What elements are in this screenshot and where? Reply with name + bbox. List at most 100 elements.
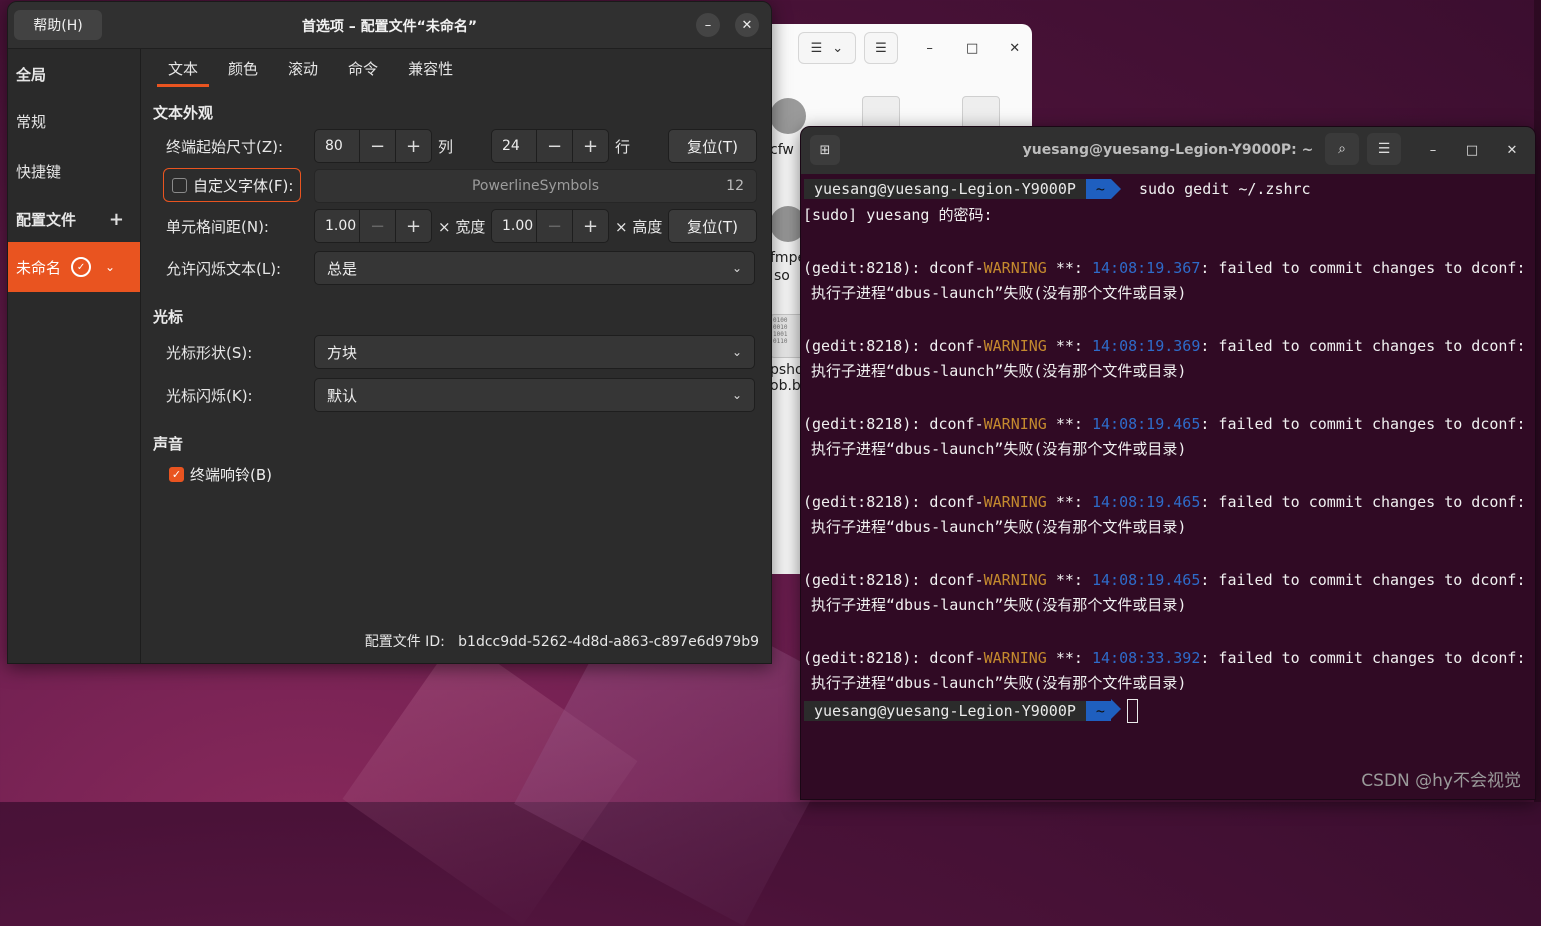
decrement-button[interactable]: −: [536, 210, 572, 242]
view-options-button[interactable]: ☰ ⌄: [798, 32, 856, 64]
tab-colors[interactable]: 颜色: [213, 49, 273, 87]
minimize-button[interactable]: –: [1421, 140, 1445, 160]
section-cursor: 光标: [153, 308, 184, 326]
custom-font-checkbox[interactable]: 自定义字体(F):: [163, 168, 301, 202]
add-profile-button[interactable]: +: [109, 209, 124, 230]
cell-height-unit: × 高度: [615, 218, 663, 236]
increment-button[interactable]: +: [572, 210, 608, 242]
tab-command[interactable]: 命令: [333, 49, 393, 87]
reset-size-button[interactable]: 复位(T): [668, 129, 757, 163]
menu-button[interactable]: ☰: [863, 32, 899, 64]
warning-prefix: (gedit:8218): dconf-: [803, 415, 984, 433]
blink-text-value: 总是: [327, 259, 358, 278]
warning-mid: **:: [1046, 415, 1092, 433]
preferences-sidebar: 全局 常规 快捷键 配置文件 + 未命名 ✓ ⌄: [8, 49, 141, 663]
warning-line: (gedit:8218): dconf-WARNING **: 14:08:19…: [803, 414, 1525, 434]
prompt-line: yuesang@yuesang-Legion-Y9000P ~ sudo gedi…: [804, 179, 1311, 199]
rows-spinner[interactable]: 24 − +: [491, 129, 609, 163]
decrement-button[interactable]: −: [359, 210, 395, 242]
warning-timestamp: 14:08:19.465: [1092, 493, 1201, 511]
chevron-down-icon: ⌄: [731, 261, 742, 275]
initial-size-label: 终端起始尺寸(Z):: [166, 138, 284, 156]
decrement-button[interactable]: −: [359, 130, 395, 162]
cursor-blink-dropdown[interactable]: 默认 ⌄: [314, 378, 755, 412]
files-header: ☰ ⌄ ☰ – □ ✕: [770, 24, 1032, 72]
menu-button[interactable]: ☰: [1367, 133, 1401, 165]
rows-unit: 行: [615, 138, 631, 156]
section-sound: 声音: [153, 435, 184, 453]
terminal-header: ⊞ yuesang@yuesang-Legion-Y9000P: ~ ⌕ ☰ –…: [801, 127, 1535, 174]
cursor-shape-value: 方块: [327, 343, 358, 362]
profile-id-label: 配置文件 ID:: [364, 634, 445, 650]
prompt-dir: ~: [1085, 179, 1111, 199]
blink-text-dropdown[interactable]: 总是 ⌄: [314, 251, 755, 285]
warning-line: (gedit:8218): dconf-WARNING **: 14:08:33…: [803, 648, 1525, 668]
search-button[interactable]: ⌕: [1325, 133, 1359, 165]
close-button[interactable]: ✕: [1500, 140, 1524, 160]
increment-button[interactable]: +: [395, 130, 431, 162]
tab-scrolling[interactable]: 滚动: [273, 49, 333, 87]
chevron-down-icon[interactable]: ⌄: [105, 260, 115, 274]
sidebar-item-shortcuts[interactable]: 快捷键: [8, 151, 140, 191]
columns-spinner[interactable]: 80 − +: [314, 129, 432, 163]
warning-detail: 执行子进程“dbus-launch”失败(没有那个文件或目录): [811, 674, 1187, 692]
cell-spacing-label: 单元格间距(N):: [166, 218, 269, 236]
checkbox-icon: [172, 177, 187, 193]
file-label: psho: [770, 362, 804, 378]
chevron-down-icon: ⌄: [832, 40, 844, 56]
sidebar-item-profile[interactable]: 未命名 ✓ ⌄: [8, 242, 140, 292]
close-button[interactable]: ✕: [735, 13, 759, 37]
warning-suffix: : failed to commit changes to dconf:: [1200, 493, 1526, 511]
cursor-blink-value: 默认: [327, 386, 358, 405]
cursor-shape-label: 光标形状(S):: [166, 344, 253, 362]
cell-width-spinner[interactable]: 1.00 − +: [314, 209, 432, 243]
window-title: 首选项 – 配置文件“未命名”: [301, 19, 478, 35]
warning-word: WARNING: [983, 337, 1047, 355]
terminal-bell-checkbox[interactable]: ✓ 终端响铃(B): [169, 464, 272, 485]
minimize-button[interactable]: –: [912, 36, 947, 60]
list-view-icon: ☰: [810, 40, 823, 56]
preferences-header: 帮助(H) 首选项 – 配置文件“未命名” – ✕: [8, 2, 771, 49]
warning-suffix: : failed to commit changes to dconf:: [1200, 649, 1526, 667]
checkbox-checked-icon: ✓: [169, 467, 184, 482]
terminal-bell-label: 终端响铃(B): [190, 466, 272, 484]
increment-button[interactable]: +: [572, 130, 608, 162]
close-icon: ✕: [741, 17, 753, 33]
blink-text-label: 允许闪烁文本(L):: [166, 260, 282, 278]
terminal-output[interactable]: yuesang@yuesang-Legion-Y9000P ~ sudo gedi…: [801, 174, 1535, 799]
sidebar-item-global[interactable]: 全局: [8, 54, 140, 94]
cell-height-spinner[interactable]: 1.00 − +: [491, 209, 609, 243]
prompt-line: yuesang@yuesang-Legion-Y9000P ~: [804, 699, 1138, 723]
cursor-shape-dropdown[interactable]: 方块 ⌄: [314, 335, 755, 369]
warning-prefix: (gedit:8218): dconf-: [803, 337, 984, 355]
cell-height-value[interactable]: 1.00: [492, 218, 536, 234]
minimize-button[interactable]: –: [696, 13, 720, 37]
font-chooser-button[interactable]: PowerlineSymbols 12: [314, 169, 757, 203]
tab-text[interactable]: 文本: [153, 49, 213, 87]
warning-mid: **:: [1046, 337, 1092, 355]
chevron-down-icon: ⌄: [731, 388, 742, 402]
maximize-button[interactable]: □: [955, 36, 990, 60]
warning-prefix: (gedit:8218): dconf-: [803, 649, 984, 667]
warning-prefix: (gedit:8218): dconf-: [803, 571, 984, 589]
cell-width-unit: × 宽度: [438, 218, 486, 236]
sidebar-item-general[interactable]: 常规: [8, 101, 140, 141]
close-button[interactable]: ✕: [997, 36, 1032, 60]
tab-compatibility[interactable]: 兼容性: [393, 49, 468, 87]
sudo-prompt-line: [sudo] yuesang 的密码:: [803, 206, 993, 224]
profile-settings: 文本 颜色 滚动 命令 兼容性 文本外观 终端起始尺寸(Z): 80 − + 列…: [141, 49, 771, 663]
warning-detail: 执行子进程“dbus-launch”失败(没有那个文件或目录): [811, 440, 1187, 458]
warning-line: (gedit:8218): dconf-WARNING **: 14:08:19…: [803, 492, 1525, 512]
warning-suffix: : failed to commit changes to dconf:: [1200, 571, 1526, 589]
columns-value[interactable]: 80: [315, 138, 359, 154]
terminal-window: ⊞ yuesang@yuesang-Legion-Y9000P: ~ ⌕ ☰ –…: [800, 126, 1536, 800]
maximize-button[interactable]: □: [1460, 140, 1484, 160]
profiles-header-label: 配置文件: [16, 210, 77, 229]
columns-unit: 列: [438, 138, 454, 156]
increment-button[interactable]: +: [395, 210, 431, 242]
decrement-button[interactable]: −: [536, 130, 572, 162]
cell-width-value[interactable]: 1.00: [315, 218, 359, 234]
warning-suffix: : failed to commit changes to dconf:: [1200, 415, 1526, 433]
reset-spacing-button[interactable]: 复位(T): [668, 209, 757, 243]
rows-value[interactable]: 24: [492, 138, 536, 154]
